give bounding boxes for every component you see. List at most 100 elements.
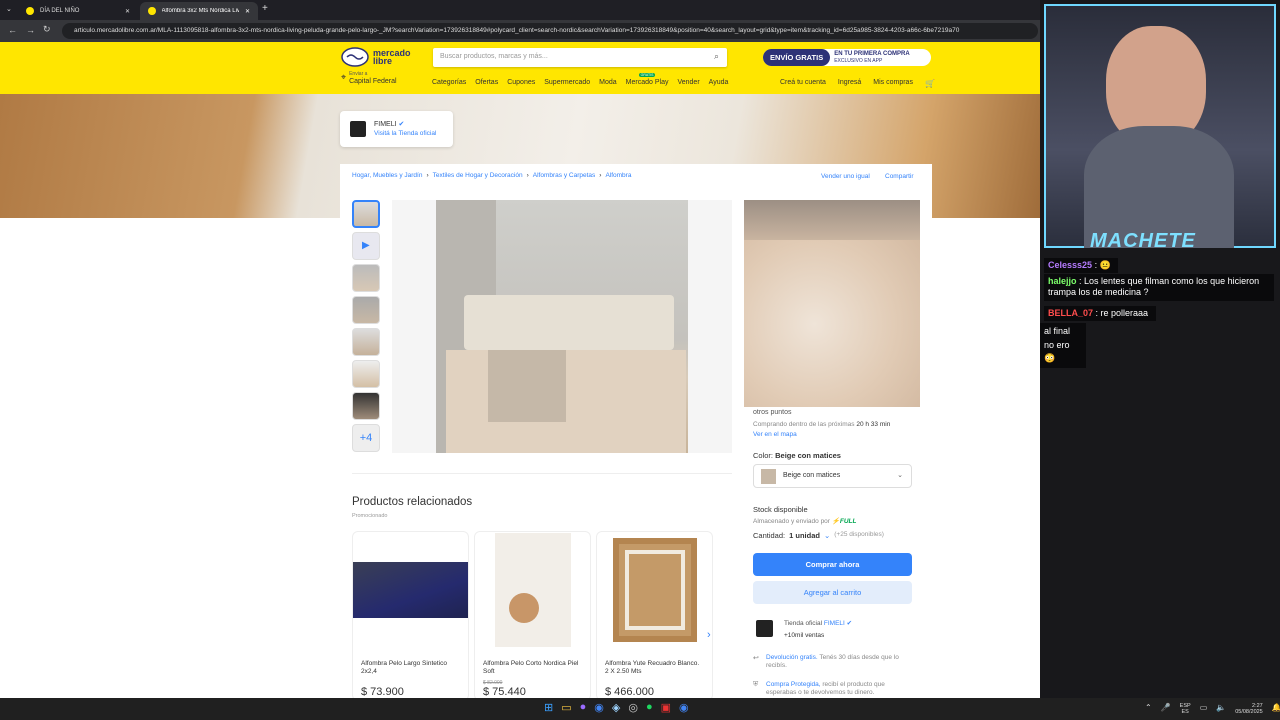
related-product-card[interactable]: Alfombra Pelo Corto Nordica Piel Soft $ … [474,531,591,701]
notification-icon[interactable]: 🔔 [1272,703,1280,715]
more-photos-thumb[interactable]: +4 [352,424,380,452]
forward-icon[interactable]: → [26,25,35,35]
chat-user: Celesss25 [1048,260,1093,270]
related-product-price: $ 75.440 [483,686,526,698]
account-nav: Creá tu cuenta Ingresá Mis compras 🛒 [780,79,935,88]
nav-ofertas[interactable]: Ofertas [475,79,498,86]
share-link[interactable]: Compartir [885,173,914,180]
promo-banner[interactable]: ENVÍO GRATIS EN TU PRIMERA COMPRA EXCLUS… [763,49,931,66]
protected-link[interactable]: Compra Protegida, [766,681,821,688]
location-pin-icon: ⌖ [341,72,347,82]
gallery-thumb[interactable] [352,328,380,356]
nav-ayuda[interactable]: Ayuda [709,79,729,86]
close-icon[interactable]: ✕ [245,8,250,15]
nav-mercado-play[interactable]: GRATIS Mercado Play [626,73,668,86]
file-explorer-icon[interactable]: ▭ [561,701,571,714]
steam-icon[interactable]: ◈ [612,701,620,714]
add-to-cart-button[interactable]: Agregar al carrito [753,581,912,604]
store-logo [350,121,366,137]
reload-icon[interactable]: ↻ [43,24,51,35]
visit-store-link[interactable]: Visitá la Tienda oficial [374,130,436,137]
windows-start-icon[interactable]: ⊞ [544,701,553,714]
related-product-title: Alfombra Pelo Largo Sintetico 2x2,4 [361,660,447,676]
chrome-icon[interactable]: ◉ [594,701,604,714]
qty-available: (+25 disponibles) [834,531,884,538]
breadcrumb-item[interactable]: Hogar, Muebles y Jardín [352,172,422,179]
back-icon[interactable]: ← [8,25,17,35]
tray-expand-icon[interactable]: ⌃ [1145,703,1152,715]
main-image-frame[interactable] [392,200,732,453]
new-tab-icon[interactable]: + [262,3,268,14]
breadcrumb-item[interactable]: Textiles de Hogar y Decoración [433,172,523,179]
chat-message: al final no ero 😳 [1040,323,1086,368]
map-link[interactable]: Ver en el mapa [753,431,797,438]
gallery-thumb[interactable] [352,200,380,228]
color-value: Beige con matices [775,451,841,460]
related-product-image [353,532,468,648]
store-card[interactable]: FIMELI ✔ Visitá la Tienda oficial [340,111,453,147]
gallery-thumb[interactable] [352,296,380,324]
language-indicator[interactable]: ESP ES [1180,703,1191,715]
my-purchases-link[interactable]: Mis compras [873,79,913,88]
return-link[interactable]: Devolución gratis. [766,654,818,661]
store-name: FIMELI [374,121,397,128]
shipping-time: Comprando dentro de las próximas 20 h 33… [753,421,890,428]
nav-cupones[interactable]: Cupones [507,79,535,86]
location-selector[interactable]: ⌖ Enviar a Capital Federal [341,71,397,85]
video-thumb[interactable]: ▶ [352,232,380,260]
nav-moda[interactable]: Moda [599,79,617,86]
browser-tab-bar: ⌄ DÍA DEL NIÑO ✕ Alfombra 3x2 Mts Nórdic… [0,0,1040,20]
close-icon[interactable]: ✕ [125,8,130,15]
return-policy: Devolución gratis. Tenés 30 días desde q… [766,654,912,671]
stream-title: MACHETE [1090,230,1196,252]
clock[interactable]: 2:27 05/08/2025 [1235,703,1263,715]
discord-icon[interactable]: ● [580,701,587,714]
related-product-card[interactable]: Alfombra Yute Recuadro Blanco. 2 X 2.50 … [596,531,713,701]
system-tray: ⌃ 🎤 ESP ES ▭ 🔈 2:27 05/08/2025 🔔 [1145,703,1280,715]
tab-alfombra[interactable]: Alfombra 3x2 Mts Nórdica Livi ✕ [140,2,258,20]
breadcrumb-item[interactable]: Alfombra [605,172,631,179]
related-product-card[interactable]: Alfombra Pelo Largo Sintetico 2x2,4 $ 73… [352,531,469,701]
network-icon[interactable]: ▭ [1200,703,1208,715]
obs-icon[interactable]: ◎ [628,701,638,714]
nav-vender[interactable]: Vender [677,79,699,86]
mic-icon[interactable]: 🎤 [1161,703,1171,715]
logo-text: mercado libre [373,47,411,66]
chat-text: : re polleraaa [1095,308,1149,318]
search-icon[interactable]: ⌕ [714,51,719,62]
tab-list-icon[interactable]: ⌄ [6,5,12,13]
carousel-next-icon[interactable]: › [707,629,711,641]
seller-name-link[interactable]: FIMELI [824,620,845,627]
related-product-price: $ 466.000 [605,686,654,698]
chrome-profile-icon[interactable]: ◉ [679,701,689,714]
breadcrumb-item[interactable]: Alfombras y Carpetas [533,172,596,179]
gallery-thumb[interactable] [352,264,380,292]
chat-message: halejjo : Los lentes que filman como los… [1044,274,1274,301]
create-account-link[interactable]: Creá tu cuenta [780,79,826,88]
search-input[interactable]: Buscar productos, marcas y más... ⌕ [433,48,727,67]
url-bar[interactable]: articulo.mercadolibre.com.ar/MLA-1113095… [62,23,1038,39]
color-row: Color: Beige con matices [753,451,841,460]
color-select[interactable]: Beige con matices ⌄ [753,464,912,488]
nav-supermercado[interactable]: Supermercado [544,79,590,86]
login-link[interactable]: Ingresá [838,79,861,88]
chat-text: : [1094,260,1098,270]
quantity-selector[interactable]: Cantidad: 1 unidad ⌄ (+25 disponibles) [753,531,884,540]
address-toolbar: ← → ↻ articulo.mercadolibre.com.ar/MLA-1… [0,20,1040,42]
volume-icon[interactable]: 🔈 [1216,703,1226,715]
tab-dia-del-nino[interactable]: DÍA DEL NIÑO ✕ [18,2,138,20]
breadcrumb: Hogar, Muebles y Jardín › Textiles de Hog… [352,172,632,179]
location-value: Capital Federal [349,77,397,85]
cart-icon[interactable]: 🛒 [925,79,935,88]
sell-one-link[interactable]: Vender uno igual [821,173,870,180]
buy-now-button[interactable]: Comprar ahora [753,553,912,576]
spotify-icon[interactable]: ● [646,701,653,714]
gallery-thumb[interactable] [352,392,380,420]
related-title: Productos relacionados [352,496,473,508]
gallery-thumb[interactable] [352,360,380,388]
fulfillment-row: Almacenado y enviado por ⚡FULL [753,517,856,525]
handshake-logo-icon [341,47,369,67]
ml-logo[interactable]: mercado libre [341,47,413,67]
app-icon[interactable]: ▣ [661,701,671,714]
nav-categorias[interactable]: Categorías [432,79,466,86]
